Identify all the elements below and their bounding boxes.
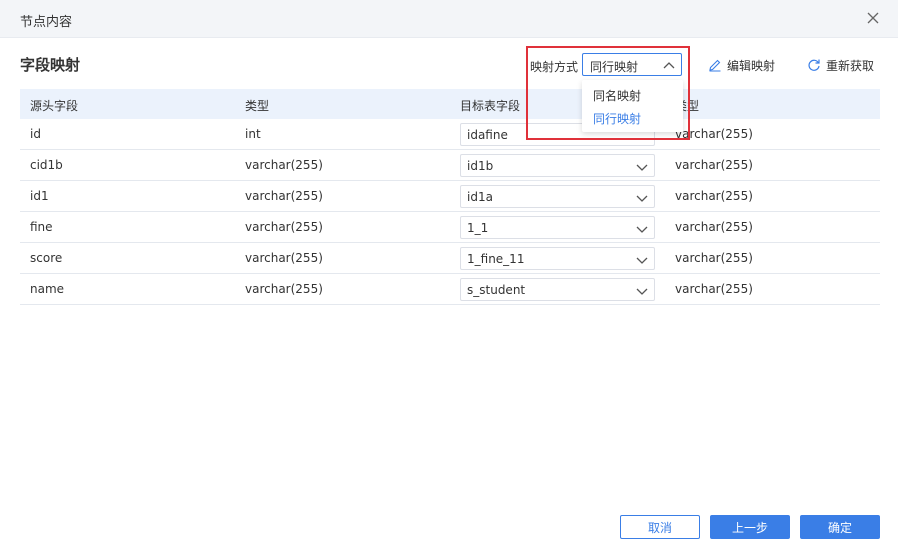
chevron-down-icon — [636, 161, 648, 171]
pencil-icon — [709, 59, 721, 72]
confirm-button[interactable]: 确定 — [800, 515, 880, 539]
refresh-label: 重新获取 — [826, 58, 875, 73]
source-field: score — [30, 251, 63, 265]
source-type: varchar(255) — [245, 282, 323, 296]
edit-mapping-label: 编辑映射 — [727, 58, 776, 73]
source-field: fine — [30, 220, 53, 234]
source-type: int — [245, 127, 261, 141]
table-row: id1 varchar(255) id1a varchar(255) — [20, 181, 880, 212]
dialog-title: 节点内容 — [20, 15, 73, 30]
target-field-select[interactable]: id1b — [460, 154, 655, 177]
source-type: varchar(255) — [245, 189, 323, 203]
column-header: 源头字段 — [30, 99, 79, 113]
target-field-value: id1b — [467, 159, 494, 173]
source-type: varchar(255) — [245, 251, 323, 265]
source-type: varchar(255) — [245, 220, 323, 234]
target-field-select[interactable]: 1_1 — [460, 216, 655, 239]
chevron-down-icon — [636, 254, 648, 264]
target-type: varchar(255) — [675, 282, 753, 296]
target-type: varchar(255) — [675, 189, 753, 203]
target-field-select[interactable]: s_student — [460, 278, 655, 301]
highlight-annotation — [526, 46, 690, 140]
target-field-value: s_student — [467, 283, 526, 297]
cancel-button[interactable]: 取消 — [620, 515, 700, 539]
table-row: cid1b varchar(255) id1b varchar(255) — [20, 150, 880, 181]
chevron-down-icon — [636, 285, 648, 295]
dialog-header: 节点内容 — [0, 0, 898, 38]
target-field-value: id1a — [467, 190, 493, 204]
table-row: score varchar(255) 1_fine_11 varchar(255… — [20, 243, 880, 274]
refresh-icon — [808, 59, 820, 71]
column-header: 类型 — [245, 99, 270, 113]
target-field-select[interactable]: 1_fine_11 — [460, 247, 655, 270]
target-type: varchar(255) — [675, 220, 753, 234]
target-type: varchar(255) — [675, 251, 753, 265]
close-icon[interactable] — [866, 11, 880, 25]
field-mapping-table: 源头字段 类型 目标表字段 类型 id int idafine varchar(… — [20, 89, 880, 305]
previous-step-button[interactable]: 上一步 — [710, 515, 790, 539]
chevron-down-icon — [636, 192, 648, 202]
target-field-select[interactable]: id1a — [460, 185, 655, 208]
source-field: name — [30, 282, 65, 296]
target-type: varchar(255) — [675, 158, 753, 172]
table-row: name varchar(255) s_student varchar(255) — [20, 274, 880, 305]
source-field: id — [30, 127, 41, 141]
edit-mapping-button[interactable]: 编辑映射 — [708, 56, 775, 74]
section-title: 字段映射 — [20, 56, 81, 74]
target-field-value: idafine — [467, 128, 508, 142]
table-header: 源头字段 类型 目标表字段 类型 — [20, 89, 880, 119]
chevron-down-icon — [636, 223, 648, 233]
column-header: 目标表字段 — [460, 99, 521, 113]
source-field: id1 — [30, 189, 49, 203]
table-row: fine varchar(255) 1_1 varchar(255) — [20, 212, 880, 243]
target-field-value: 1_fine_11 — [467, 252, 525, 266]
target-field-value: 1_1 — [467, 221, 489, 235]
refresh-button[interactable]: 重新获取 — [807, 56, 874, 74]
source-field: cid1b — [30, 158, 63, 172]
table-row: id int idafine varchar(255) — [20, 119, 880, 150]
source-type: varchar(255) — [245, 158, 323, 172]
